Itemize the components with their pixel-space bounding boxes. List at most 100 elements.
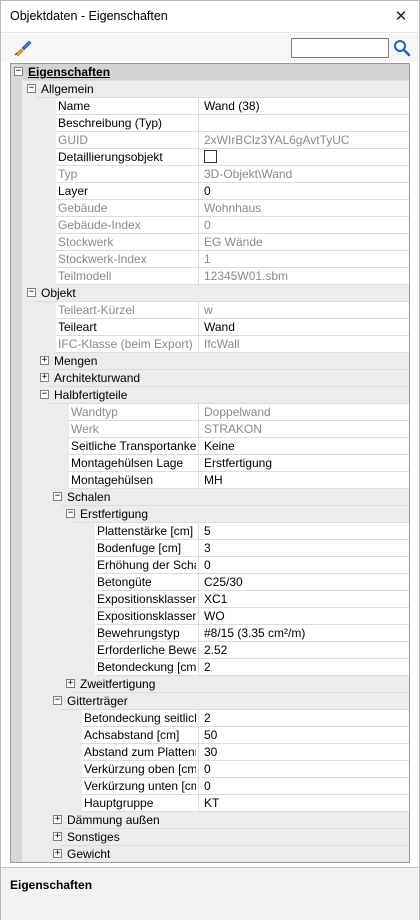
close-icon[interactable]: ✕ (391, 7, 411, 27)
property-row[interactable]: Hauptgruppe KT (11, 795, 409, 812)
property-row[interactable]: Gebäude Wohnhaus (11, 200, 409, 217)
property-value[interactable]: 0 (198, 557, 409, 573)
row-gutter (11, 846, 22, 862)
property-row[interactable]: Werk STRAKON (11, 421, 409, 438)
property-value[interactable]: 2 (198, 710, 409, 726)
property-row[interactable]: Betondeckung seitlich ...2 (11, 710, 409, 727)
property-row[interactable]: Bodenfuge [cm] 3 (11, 540, 409, 557)
property-row[interactable]: GUID 2xWIrBClz3YAL6gAvtTyUC (11, 132, 409, 149)
category-row[interactable]: − Schalen (11, 489, 409, 506)
category-row[interactable]: − Allgemein (11, 81, 409, 98)
category-row[interactable]: − Gitterträger (11, 693, 409, 710)
property-row[interactable]: Name Wand (38) (11, 98, 409, 115)
category-row[interactable]: + Dämmung außen (11, 812, 409, 829)
collapse-icon[interactable]: − (53, 696, 62, 705)
property-row[interactable]: IFC-Klasse (beim Export) IfcWall (11, 336, 409, 353)
property-row[interactable]: Montagehülsen Lage Erstfertigung (11, 455, 409, 472)
property-value[interactable]: WO (198, 608, 409, 624)
row-gutter (11, 523, 22, 540)
property-value[interactable]: MH (198, 472, 409, 488)
property-name: Betondeckung [cm] (97, 660, 196, 674)
category-row[interactable]: + Zweitfertigung (11, 676, 409, 693)
property-value[interactable]: #8/15 (3.35 cm²/m) (198, 625, 409, 641)
property-value[interactable]: 50 (198, 727, 409, 743)
collapse-icon[interactable]: − (40, 390, 49, 399)
property-value[interactable]: 2.52 (198, 642, 409, 658)
property-row[interactable]: Bewehrungstyp #8/15 (3.35 cm²/m) (11, 625, 409, 642)
category-row[interactable]: + Gewicht (11, 846, 409, 862)
property-value[interactable]: 0 (198, 778, 409, 794)
collapse-icon[interactable]: − (66, 509, 75, 518)
row-gutter (11, 200, 22, 217)
property-row[interactable]: Typ 3D-Objekt\Wand (11, 166, 409, 183)
row-gutter (11, 829, 22, 846)
search-input[interactable] (291, 38, 389, 58)
property-value[interactable]: 30 (198, 744, 409, 760)
property-row[interactable]: Expositionsklassen f...WO (11, 608, 409, 625)
collapse-icon[interactable]: − (27, 84, 36, 93)
property-value[interactable]: 0 (198, 183, 409, 199)
expand-icon[interactable]: + (53, 815, 62, 824)
property-name: Typ (58, 167, 78, 181)
property-value[interactable]: 5 (198, 523, 409, 539)
brush-icon[interactable] (13, 39, 33, 57)
property-row[interactable]: Verkürzung oben [cm] 0 (11, 761, 409, 778)
property-row[interactable]: Achsabstand [cm] 50 (11, 727, 409, 744)
property-value[interactable]: 3 (198, 540, 409, 556)
property-value[interactable]: C25/30 (198, 574, 409, 590)
property-row[interactable]: Erhöhung der Schal...0 (11, 557, 409, 574)
property-row[interactable]: Beschreibung (Typ) (11, 115, 409, 132)
expand-icon[interactable]: + (53, 849, 62, 858)
property-row[interactable]: Stockwerk-Index 1 (11, 251, 409, 268)
row-indent (22, 727, 82, 744)
row-gutter (11, 115, 22, 132)
property-value[interactable]: KT (198, 795, 409, 811)
property-row[interactable]: Gebäude-Index 0 (11, 217, 409, 234)
category-row[interactable]: − Halbfertigteile (11, 387, 409, 404)
property-row[interactable]: Stockwerk EG Wände (11, 234, 409, 251)
property-row[interactable]: Teileart Wand (11, 319, 409, 336)
collapse-icon[interactable]: − (14, 67, 23, 76)
expand-icon[interactable]: + (53, 832, 62, 841)
property-value[interactable]: 0 (198, 761, 409, 777)
expand-icon[interactable]: + (40, 356, 49, 365)
property-row[interactable]: Teileart-Kürzel w (11, 302, 409, 319)
property-row[interactable]: Verkürzung unten [cm] 0 (11, 778, 409, 795)
property-value[interactable]: Erstfertigung (198, 455, 409, 471)
category-row[interactable]: − Objekt (11, 285, 409, 302)
category-row[interactable]: + Architekturwand (11, 370, 409, 387)
property-value[interactable]: XC1 (198, 591, 409, 607)
property-row[interactable]: Detaillierungsobjekt (11, 149, 409, 166)
property-value[interactable] (198, 149, 409, 165)
property-row[interactable]: Teilmodell 12345W01.sbm (11, 268, 409, 285)
category-row[interactable]: − Erstfertigung (11, 506, 409, 523)
collapse-icon[interactable]: − (53, 492, 62, 501)
expand-icon[interactable]: + (66, 679, 75, 688)
row-indent (22, 642, 95, 659)
row-indent (22, 472, 69, 489)
property-row[interactable]: Layer 0 (11, 183, 409, 200)
detail-object-checkbox[interactable] (204, 150, 217, 164)
category-row[interactable]: − Eigenschaften (11, 64, 409, 81)
expand-icon[interactable]: + (40, 373, 49, 382)
row-indent (22, 404, 69, 421)
property-value[interactable]: Keine (198, 438, 409, 454)
property-row[interactable]: Betondeckung [cm] 2 (11, 659, 409, 676)
collapse-icon[interactable]: − (27, 288, 36, 297)
property-value[interactable] (198, 115, 409, 131)
property-row[interactable]: Betongüte C25/30 (11, 574, 409, 591)
property-row[interactable]: Seitliche Transportanker Keine (11, 438, 409, 455)
category-row[interactable]: + Mengen (11, 353, 409, 370)
category-row[interactable]: + Sonstiges (11, 829, 409, 846)
property-row[interactable]: Expositionsklassen f...XC1 (11, 591, 409, 608)
row-indent (22, 625, 95, 642)
property-row[interactable]: Erforderliche Beweh...2.52 (11, 642, 409, 659)
property-row[interactable]: Plattenstärke [cm] 5 (11, 523, 409, 540)
property-row[interactable]: Abstand zum Plattenra...30 (11, 744, 409, 761)
property-value[interactable]: Wand (198, 319, 409, 335)
property-row[interactable]: Wandtyp Doppelwand (11, 404, 409, 421)
property-value[interactable]: Wand (38) (198, 98, 409, 114)
property-value[interactable]: 2 (198, 659, 409, 675)
property-row[interactable]: Montagehülsen MH (11, 472, 409, 489)
search-icon[interactable] (392, 37, 412, 59)
